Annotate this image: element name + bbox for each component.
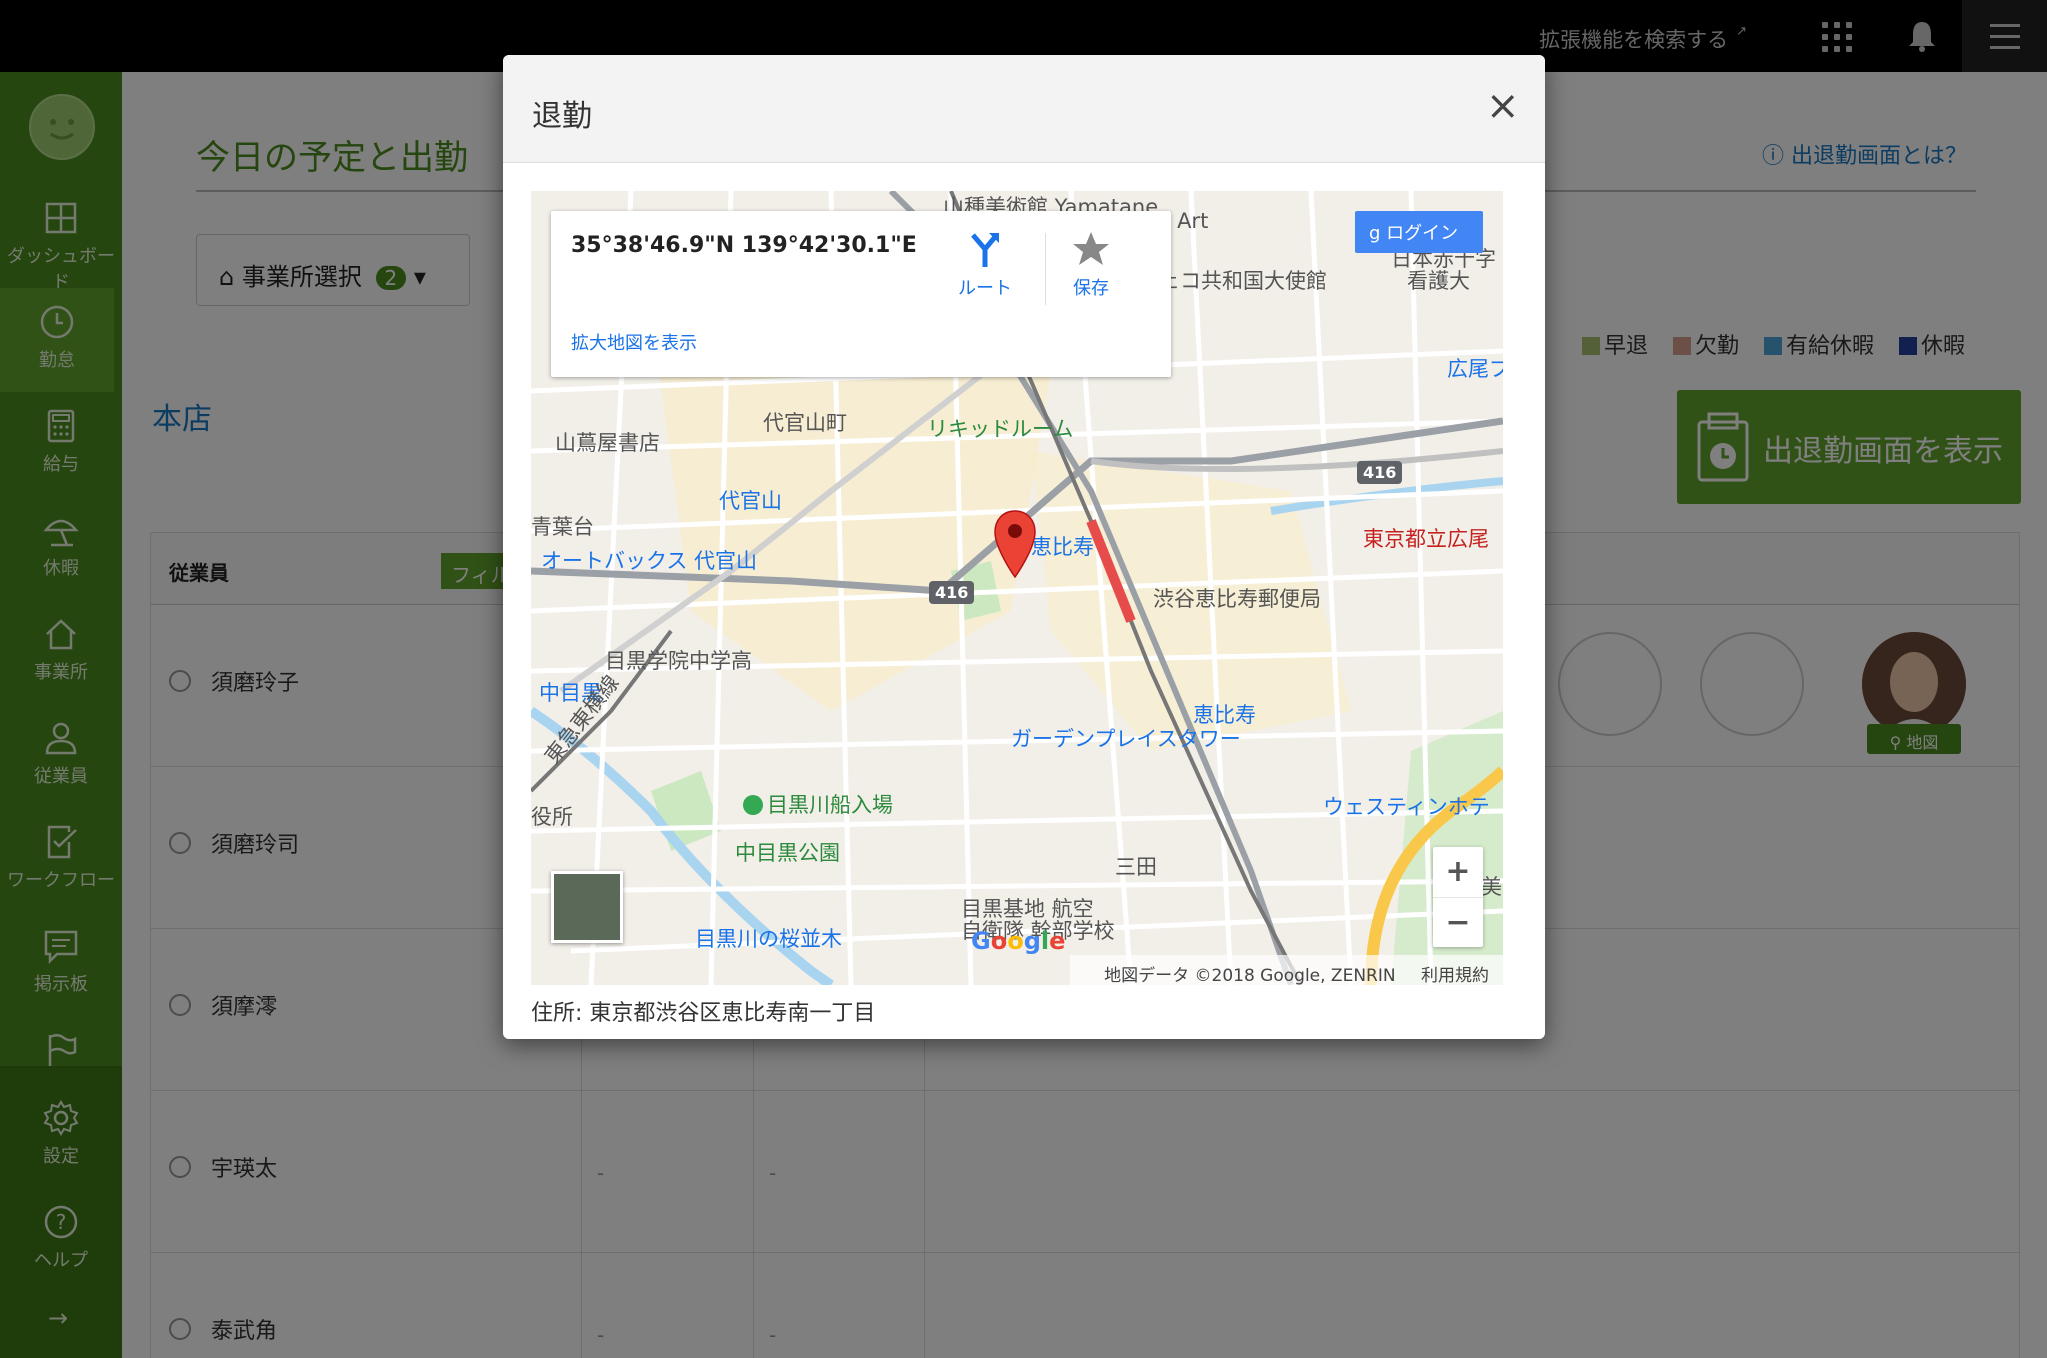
map-label: ェコ共和国大使館 <box>1159 269 1327 293</box>
map-label: 渋谷恵比寿郵便局 <box>1153 587 1321 611</box>
route-label: ルート <box>958 278 1012 299</box>
map-label: 美 <box>1481 875 1502 899</box>
google-logo: Google <box>971 927 1066 955</box>
zoom-out-button[interactable]: − <box>1433 897 1483 947</box>
map-label: リキッドルーム <box>927 417 1074 441</box>
map-label: ガーデンプレイスタワー <box>1011 727 1241 751</box>
map-info-card: 35°38'46.9"N 139°42'30.1"E ルート 保存 拡大地図を表… <box>551 211 1171 377</box>
map-data-attribution: 地図データ ©2018 Google, ZENRIN <box>1104 966 1396 985</box>
map-label: 青葉台 <box>531 515 594 539</box>
map-label: 東京都立広尾 <box>1363 527 1489 551</box>
address-text: 住所: 東京都渋谷区恵比寿南一丁目 <box>531 1001 876 1026</box>
google-login-button[interactable]: g ログイン <box>1355 211 1483 253</box>
zoom-in-button[interactable]: + <box>1433 847 1483 897</box>
map-label: 山蔦屋書店 <box>555 431 660 455</box>
map-label: 代官山 <box>719 489 782 513</box>
star-icon <box>1073 232 1109 265</box>
location-map[interactable]: 山種美術館 Yamatane f Art ェコ共和国大使館 日本赤十字 看護大 … <box>531 191 1503 985</box>
login-label: ログイン <box>1386 223 1459 244</box>
map-label: 目黒学院中学高 <box>605 649 752 673</box>
map-label: 目黒川船入場 <box>743 789 893 819</box>
satellite-toggle-thumbnail[interactable] <box>551 871 623 943</box>
modal-header: 退勤 × <box>503 55 1545 163</box>
save-button[interactable]: 保存 <box>1051 229 1131 300</box>
location-pin-icon <box>994 510 1036 579</box>
zoom-control: + − <box>1433 847 1483 947</box>
terms-link[interactable]: 利用規約 <box>1421 966 1489 985</box>
coordinates-text: 35°38'46.9"N 139°42'30.1"E <box>571 233 917 258</box>
map-label: ウェスティンホテ <box>1323 795 1490 819</box>
map-label: オートバックス 代官山 <box>541 549 758 573</box>
route-button[interactable]: ルート <box>945 229 1025 300</box>
clock-out-modal: 退勤 × 山種美術館 Yamatane f Art ェコ共和国大使館 日本赤十字… <box>503 55 1545 1039</box>
map-label: 広尾ブ <box>1447 357 1503 381</box>
map-label: 役所 <box>531 805 573 829</box>
info-card-divider <box>1045 233 1046 305</box>
map-label: 中目黒公園 <box>735 841 840 865</box>
modal-title: 退勤 <box>532 99 592 134</box>
map-attribution: 地図データ ©2018 Google, ZENRIN 利用規約 <box>1070 955 1503 985</box>
close-icon[interactable]: × <box>1486 83 1520 129</box>
map-label: 恵比寿 <box>1031 535 1094 559</box>
directions-icon <box>971 233 999 267</box>
route-number-badge: 416 <box>1357 461 1403 484</box>
google-g-icon: g <box>1369 223 1381 244</box>
save-label: 保存 <box>1073 278 1109 299</box>
route-number-badge: 416 <box>929 581 975 604</box>
map-label: 目黒川の桜並木 <box>695 927 842 951</box>
view-larger-map-link[interactable]: 拡大地図を表示 <box>571 329 697 355</box>
map-label: 三田 <box>1115 855 1157 879</box>
map-label: 看護大 <box>1407 269 1470 293</box>
map-label: 代官山町 <box>763 411 847 435</box>
